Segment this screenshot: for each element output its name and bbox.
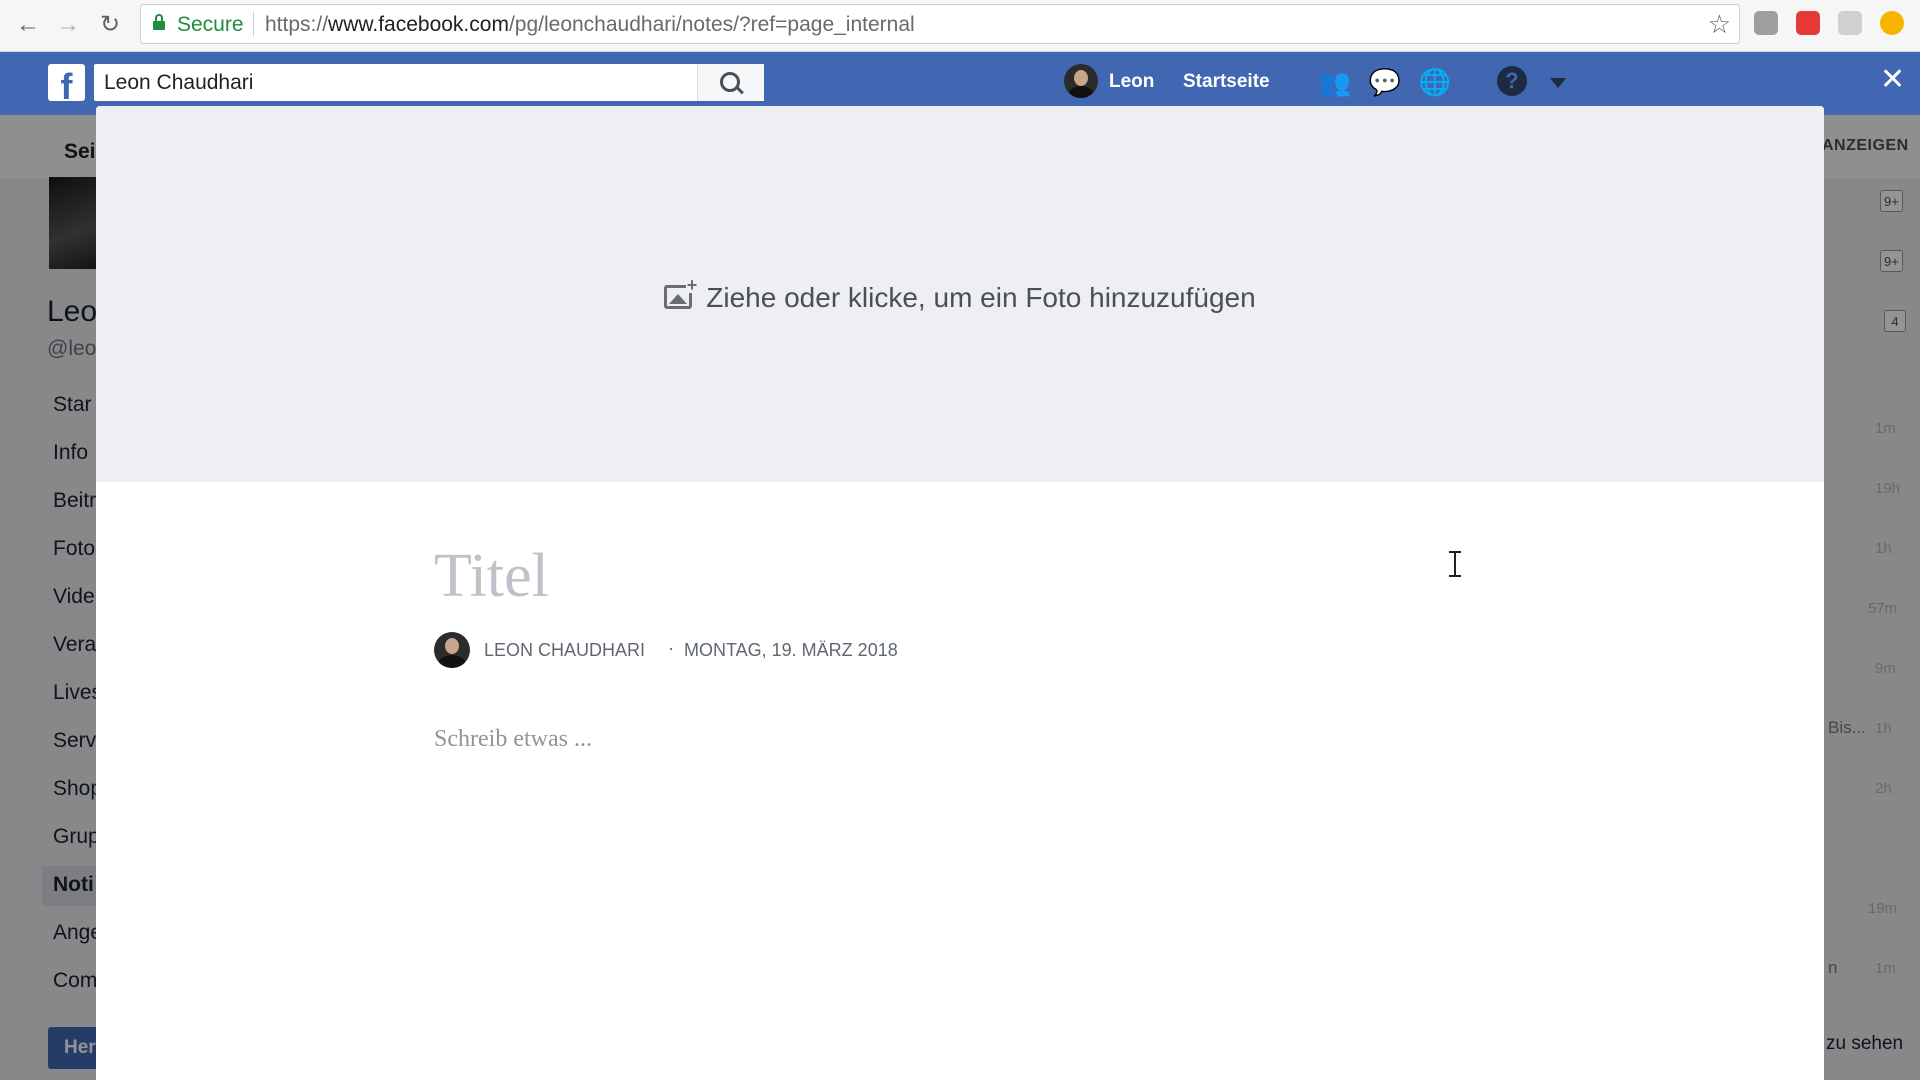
mail-extension-icon[interactable] bbox=[1754, 11, 1778, 35]
photo-drop-zone[interactable]: + Ziehe oder klicke, um ein Foto hinzuzuf… bbox=[96, 106, 1824, 482]
secure-label: Secure bbox=[177, 13, 244, 36]
alert-extension-icon[interactable] bbox=[1880, 11, 1904, 35]
messenger-icon[interactable]: 💬 bbox=[1368, 66, 1402, 98]
search-button[interactable] bbox=[697, 64, 764, 101]
add-photo-icon: + bbox=[664, 276, 699, 309]
friends-icon[interactable]: 👥 bbox=[1318, 66, 1352, 98]
tag-extension-icon[interactable] bbox=[1838, 11, 1862, 35]
search-box bbox=[94, 64, 764, 101]
note-date: MONTAG, 19. MÄRZ 2018 bbox=[684, 640, 898, 660]
help-icon[interactable]: ? bbox=[1497, 66, 1527, 96]
close-icon[interactable]: ✕ bbox=[1880, 62, 1905, 97]
notifications-globe-icon[interactable]: 🌐 bbox=[1418, 66, 1452, 98]
author-avatar bbox=[434, 632, 470, 668]
back-arrow-icon[interactable]: ← bbox=[12, 9, 44, 41]
browser-toolbar: ← → ↻ Secure https://www.facebook.com/pg… bbox=[0, 0, 1920, 52]
photo-hint: + Ziehe oder klicke, um ein Foto hinzuzuf… bbox=[96, 276, 1824, 314]
home-link[interactable]: Startseite bbox=[1183, 71, 1270, 93]
address-divider bbox=[253, 12, 254, 36]
text-cursor-icon bbox=[1449, 551, 1461, 577]
video-extension-icon[interactable] bbox=[1796, 11, 1820, 35]
author-name: LEON CHAUDHARI bbox=[484, 640, 646, 660]
url-path: /pg/leonchaudhari/notes/?ref=page_intern… bbox=[508, 13, 915, 36]
reload-icon[interactable]: ↻ bbox=[94, 9, 126, 41]
lock-icon bbox=[153, 14, 165, 30]
facebook-logo-icon[interactable]: f bbox=[48, 64, 85, 101]
title-input[interactable] bbox=[434, 536, 1434, 616]
url-scheme: https:// bbox=[265, 13, 329, 36]
photo-hint-text: Ziehe oder klicke, um ein Foto hinzuzufü… bbox=[706, 282, 1256, 313]
note-body-input[interactable] bbox=[434, 726, 1434, 926]
profile-avatar[interactable] bbox=[1064, 64, 1098, 98]
byline-separator: · bbox=[668, 638, 674, 658]
account-menu-caret-icon[interactable] bbox=[1550, 78, 1566, 88]
url-text[interactable]: https://www.facebook.com/pg/leonchaudhar… bbox=[265, 13, 915, 37]
star-icon[interactable]: ☆ bbox=[1708, 9, 1731, 40]
search-input[interactable] bbox=[104, 64, 664, 101]
profile-link[interactable]: Leon bbox=[1109, 71, 1154, 93]
address-bar[interactable]: Secure https://www.facebook.com/pg/leonc… bbox=[140, 4, 1740, 44]
note-composer-dialog: + Ziehe oder klicke, um ein Foto hinzuzuf… bbox=[96, 106, 1824, 1080]
forward-arrow-icon[interactable]: → bbox=[52, 9, 84, 41]
url-host: www.facebook.com bbox=[328, 13, 509, 36]
search-icon bbox=[720, 72, 740, 92]
